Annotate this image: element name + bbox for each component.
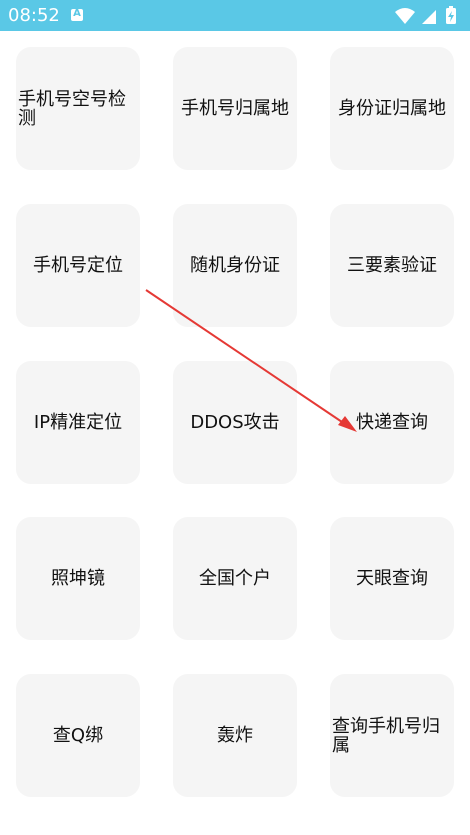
status-bar: 08:52 A bbox=[0, 0, 470, 31]
status-time: 08:52 bbox=[8, 5, 60, 26]
tile-label: 手机号归属地 bbox=[181, 98, 289, 119]
tile-random-id[interactable]: 随机身份证 bbox=[173, 204, 297, 327]
tile-three-element-verify[interactable]: 三要素验证 bbox=[330, 204, 454, 327]
tile-label: 查Q绑 bbox=[52, 725, 104, 746]
tile-phone-owner-query[interactable]: 查询手机号归属 bbox=[330, 674, 454, 797]
tile-label: 照坤镜 bbox=[51, 568, 105, 589]
tile-express-query[interactable]: 快递查询 bbox=[330, 361, 454, 484]
tool-grid: 手机号空号检测 手机号归属地 身份证归属地 手机号定位 随机身份证 三要素验证 … bbox=[0, 31, 470, 835]
tile-label: 手机号定位 bbox=[33, 255, 123, 276]
battery-charging-icon bbox=[446, 6, 456, 24]
tile-label: 天眼查询 bbox=[356, 568, 428, 589]
tile-tianyan-query[interactable]: 天眼查询 bbox=[330, 517, 454, 640]
tile-label: DDOS攻击 bbox=[190, 412, 280, 433]
tile-label: 随机身份证 bbox=[190, 255, 280, 276]
tile-ddos[interactable]: DDOS攻击 bbox=[173, 361, 297, 484]
tile-label: 全国个户 bbox=[199, 568, 271, 589]
tile-qq-binding[interactable]: 查Q绑 bbox=[16, 674, 140, 797]
wifi-icon bbox=[395, 8, 415, 24]
tile-id-location[interactable]: 身份证归属地 bbox=[330, 47, 454, 170]
tile-phone-location[interactable]: 手机号归属地 bbox=[173, 47, 297, 170]
cellular-signal-icon bbox=[422, 10, 436, 24]
tile-label: 查询手机号归属 bbox=[332, 715, 440, 756]
tile-ip-location[interactable]: IP精准定位 bbox=[16, 361, 140, 484]
tile-label: 三要素验证 bbox=[347, 255, 437, 276]
app-notification-icon: A bbox=[71, 8, 83, 21]
tile-mirror[interactable]: 照坤镜 bbox=[16, 517, 140, 640]
tile-national-household[interactable]: 全国个户 bbox=[173, 517, 297, 640]
tile-bomb[interactable]: 轰炸 bbox=[173, 674, 297, 797]
tile-label: 手机号空号检测 bbox=[18, 88, 126, 129]
tile-phone-positioning[interactable]: 手机号定位 bbox=[16, 204, 140, 327]
tile-label: IP精准定位 bbox=[33, 412, 123, 433]
status-icons bbox=[394, 6, 464, 26]
tile-label: 轰炸 bbox=[217, 725, 253, 746]
app-notification-letter: A bbox=[73, 8, 81, 19]
tile-phone-empty-check[interactable]: 手机号空号检测 bbox=[16, 47, 140, 170]
tile-label: 快递查询 bbox=[356, 412, 428, 433]
tile-label: 身份证归属地 bbox=[338, 98, 446, 119]
